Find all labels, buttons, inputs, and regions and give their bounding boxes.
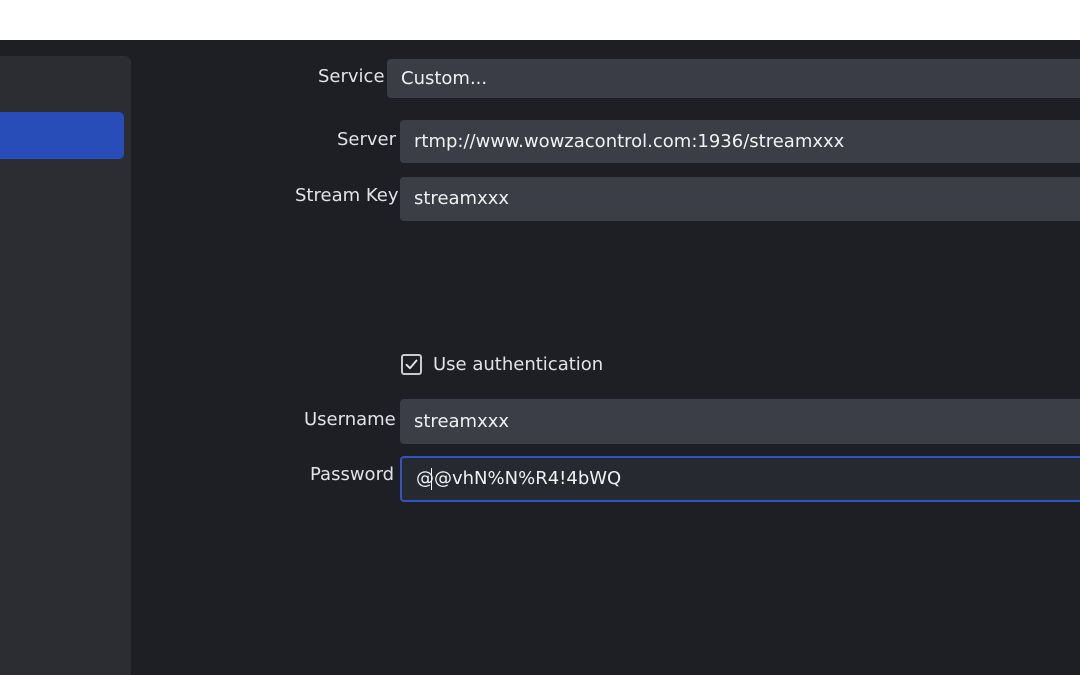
username-input[interactable]: streamxxx [400, 399, 1080, 444]
service-select[interactable]: Custom... [387, 59, 1080, 98]
server-label: Server [337, 129, 397, 150]
password-value: @@vhN%N%R4!4bWQ [416, 468, 622, 489]
stream-key-input[interactable]: streamxxx [400, 177, 1080, 221]
stream-key-label: Stream Key [295, 185, 399, 206]
password-value-wrap: @@vhN%N%R4!4bWQ [416, 468, 621, 490]
sidebar-item-stream[interactable] [0, 112, 124, 159]
stream-key-value: streamxxx [414, 188, 510, 209]
service-value: Custom... [401, 67, 488, 89]
username-label: Username [304, 409, 396, 430]
server-value: rtmp://www.wowzacontrol.com:1936/streamx… [414, 130, 845, 152]
password-input[interactable]: @@vhN%N%R4!4bWQ [400, 456, 1080, 502]
service-label: Service [318, 66, 385, 87]
use-authentication-checkbox[interactable] [401, 354, 422, 375]
username-value: streamxxx [414, 410, 510, 432]
use-authentication-label[interactable]: Use authentication [433, 354, 603, 376]
check-icon [405, 359, 418, 370]
settings-sidebar: bility ed [0, 56, 131, 675]
server-input[interactable]: rtmp://www.wowzacontrol.com:1936/streamx… [400, 120, 1080, 163]
password-label: Password [310, 464, 395, 485]
text-cursor [431, 468, 432, 490]
